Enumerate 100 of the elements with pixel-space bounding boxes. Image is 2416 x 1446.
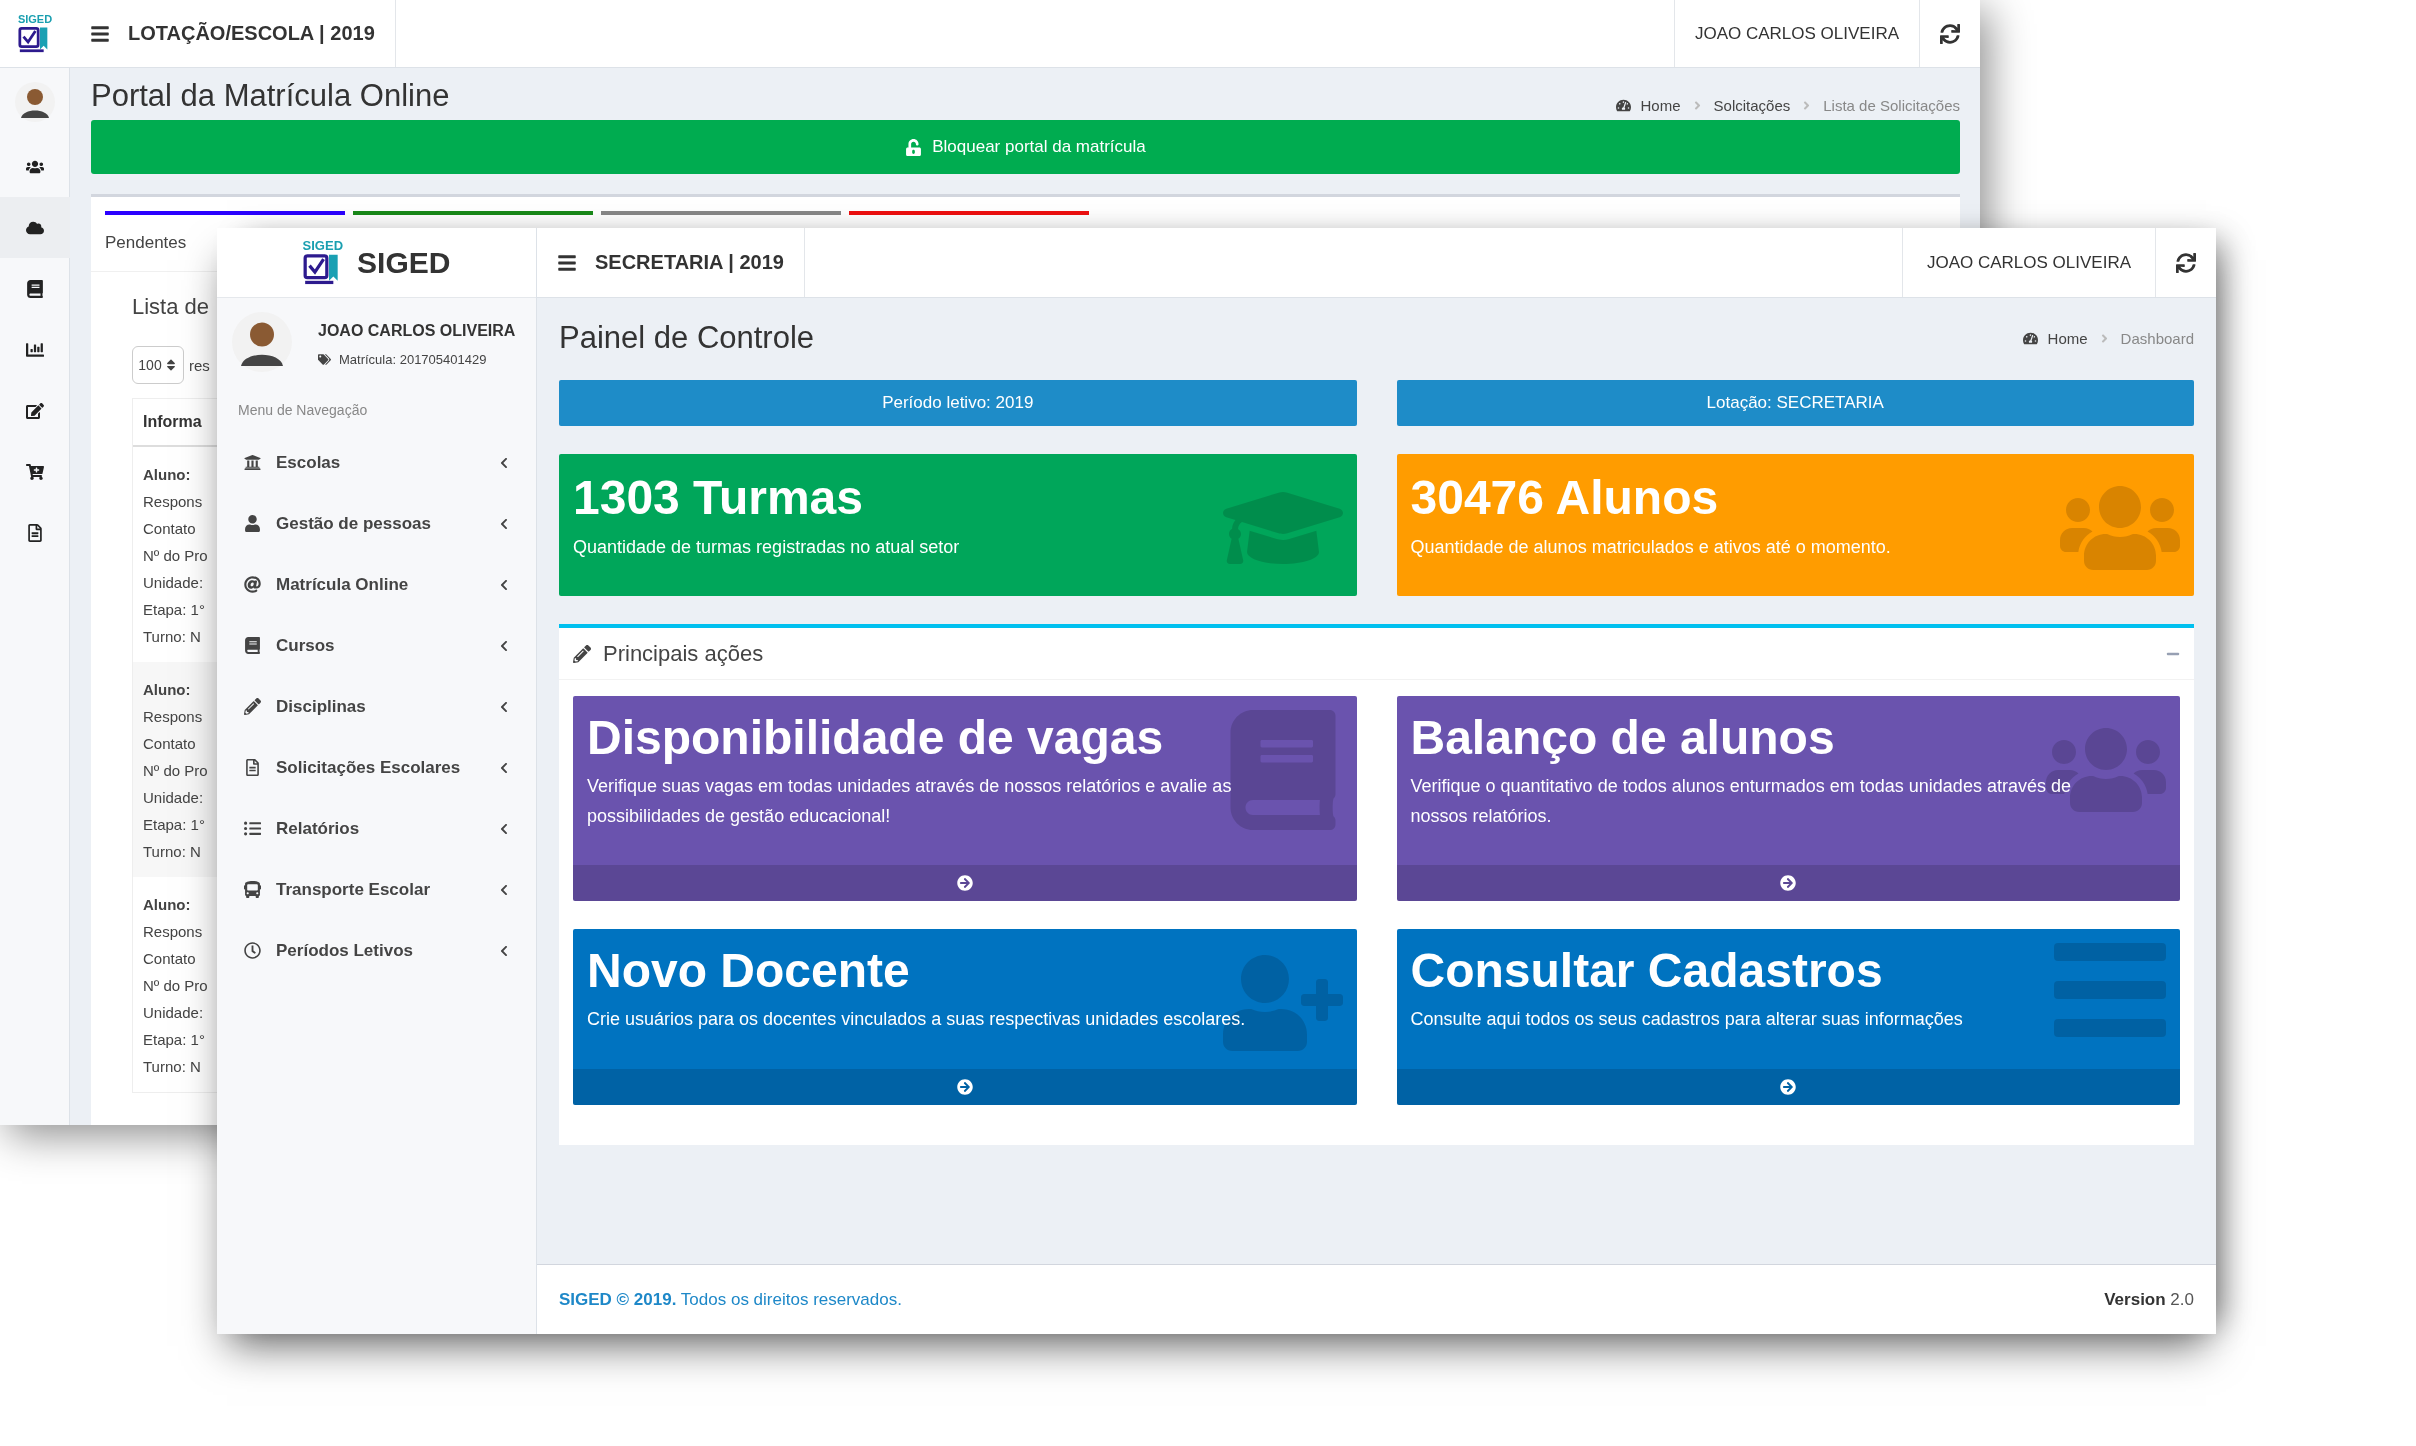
sidebar-item[interactable]: Disciplinas bbox=[217, 676, 536, 737]
chevron-icon bbox=[498, 639, 510, 652]
user-icon bbox=[243, 515, 261, 532]
action-title: Disponibilidade de vagas bbox=[587, 710, 1164, 765]
pencil-icon bbox=[573, 644, 591, 663]
action-card[interactable]: Balanço de alunos Verifique o quantitativo de todos alunos enturmados em todas unidades através de nossos relatórios. bbox=[1396, 696, 2180, 901]
sidebar-item[interactable]: Transporte Escolar bbox=[217, 859, 536, 920]
sidebar-item[interactable]: Solicitações Escolares bbox=[217, 737, 536, 798]
cloud-icon[interactable] bbox=[0, 197, 70, 258]
chevron-icon bbox=[498, 944, 510, 957]
stat-title: 30476 Alunos bbox=[1410, 470, 1719, 525]
action-card[interactable]: Disponibilidade de vagas Verifique suas vagas em todas unidades através de nossos relatórios e avalie as possibilidades de gestão educacional! bbox=[573, 696, 1357, 901]
school-icon bbox=[243, 454, 261, 471]
chevron-icon bbox=[498, 517, 510, 530]
sidebar-item[interactable]: Períodos Letivos bbox=[217, 920, 536, 981]
book-icon bbox=[243, 637, 261, 654]
tags-icon bbox=[318, 353, 331, 366]
breadcrumb-link[interactable]: Solcitações bbox=[1713, 97, 1791, 114]
sidebar-item[interactable]: Matrícula Online bbox=[217, 554, 536, 615]
arrow-right-icon bbox=[1780, 1079, 1797, 1095]
refresh-icon[interactable] bbox=[1940, 23, 1960, 44]
avatar-icon bbox=[232, 312, 292, 372]
page-title: Portal da Matrícula Online bbox=[91, 78, 450, 114]
stat-description: Quantidade de alunos matriculados e ativos até o momento. bbox=[1410, 537, 1892, 558]
user-name[interactable]: JOAO CARLOS OLIVEIRA bbox=[1694, 23, 1899, 44]
panel-title: Principais ações bbox=[603, 640, 765, 667]
record-field: Contato bbox=[143, 515, 196, 542]
brand-name: SIGED bbox=[357, 245, 451, 280]
action-card[interactable]: Consultar Cadastros Consulte aqui todos os seus cadastros para alterar suas informações bbox=[1396, 929, 2180, 1105]
bus-icon bbox=[243, 881, 261, 898]
record-field: Unidade: bbox=[143, 784, 204, 811]
unlock-icon bbox=[905, 138, 923, 156]
avatar-icon bbox=[14, 82, 55, 122]
action-description: Verifique o quantitativo de todos alunos enturmados em todas unidades através de nossos relatórios. bbox=[1410, 775, 2072, 828]
record-field: Respons bbox=[143, 918, 203, 945]
breadcrumb-link[interactable]: Home bbox=[2047, 329, 2088, 347]
list-title: Lista de bbox=[132, 294, 210, 320]
page-size-label: res bbox=[189, 356, 210, 374]
sidebar-item[interactable]: Relatórios bbox=[217, 798, 536, 859]
page-size-select[interactable]: 100 bbox=[132, 346, 184, 384]
record-field: Turno: N bbox=[143, 623, 201, 650]
record-field: Unidade: bbox=[143, 999, 204, 1026]
tab[interactable]: Pendentes bbox=[105, 233, 187, 253]
stat-description: Quantidade de turmas registradas no atual setor bbox=[573, 537, 961, 558]
version-text: Version 2.0 bbox=[2104, 1289, 2194, 1310]
record-field: Nº do Pro bbox=[143, 972, 208, 999]
menu-icon[interactable] bbox=[90, 23, 110, 44]
record-field: Turno: N bbox=[143, 1053, 201, 1080]
refresh-icon[interactable] bbox=[2176, 252, 2196, 273]
sidebar-item[interactable]: Cursos bbox=[217, 615, 536, 676]
sidebar-item[interactable]: Escolas bbox=[217, 432, 536, 493]
record-field: Etapa: 1° bbox=[143, 596, 205, 623]
dashboard-icon bbox=[1615, 98, 1631, 113]
window-title: LOTAÇÃO/ESCOLA | 2019 bbox=[128, 22, 375, 45]
arrow-right-icon bbox=[956, 875, 973, 891]
at-icon bbox=[243, 576, 261, 593]
chevron-icon bbox=[498, 456, 510, 469]
stat-title: 1303 Turmas bbox=[573, 470, 863, 525]
logo-text: SIGED bbox=[302, 239, 344, 253]
record-field: Aluno: bbox=[143, 891, 191, 918]
pencil-icon bbox=[243, 698, 261, 715]
action-description: Crie usuários para os docentes vinculados a suas respectivas unidades escolares. bbox=[587, 1008, 1247, 1031]
arrow-right-icon bbox=[1780, 875, 1797, 891]
info-bar: Lotação: SECRETARIA bbox=[1396, 380, 2194, 426]
record-field: Turno: N bbox=[143, 838, 201, 865]
logo-text: SIGED bbox=[17, 13, 53, 25]
user-name[interactable]: JOAO CARLOS OLIVEIRA bbox=[1926, 252, 2131, 273]
profile-name: JOAO CARLOS OLIVEIRA bbox=[318, 322, 516, 340]
action-title: Novo Docente bbox=[587, 943, 910, 998]
menu-icon[interactable] bbox=[557, 252, 577, 273]
window-title: SECRETARIA | 2019 bbox=[595, 251, 784, 274]
record-field: Contato bbox=[143, 730, 196, 757]
info-bar: Período letivo: 2019 bbox=[559, 380, 1357, 426]
action-description: Verifique suas vagas em todas unidades através de nossos relatórios e avalie as possibilidades de gestão educacional! bbox=[587, 775, 1233, 828]
record-field: Contato bbox=[143, 945, 196, 972]
action-title: Consultar Cadastros bbox=[1410, 943, 1883, 998]
chevron-icon bbox=[498, 578, 510, 591]
record-field: Respons bbox=[143, 703, 203, 730]
action-title: Balanço de alunos bbox=[1410, 710, 1835, 765]
record-field: Aluno: bbox=[143, 461, 191, 488]
record-field: Nº do Pro bbox=[143, 542, 208, 569]
action-card[interactable]: Novo Docente Crie usuários para os docentes vinculados a suas respectivas unidades escolares. bbox=[573, 929, 1357, 1105]
record-field: Nº do Pro bbox=[143, 757, 208, 784]
menu-heading: Menu de Navegação bbox=[237, 401, 369, 420]
clock-icon bbox=[243, 942, 261, 959]
chevron-icon bbox=[498, 761, 510, 774]
table-header: Informa bbox=[143, 413, 202, 430]
breadcrumb-link[interactable]: Home bbox=[1640, 97, 1681, 114]
copyright-text: SIGED © 2019. Todos os direitos reservados. bbox=[559, 1289, 902, 1310]
action-description: Consulte aqui todos os seus cadastros para alterar suas informações bbox=[1410, 1008, 1964, 1031]
list-icon bbox=[243, 820, 261, 837]
record-field: Etapa: 1° bbox=[143, 1026, 205, 1053]
dashboard-icon bbox=[2022, 330, 2038, 346]
arrow-right-icon bbox=[956, 1079, 973, 1095]
sidebar-item[interactable]: Gestão de pessoas bbox=[217, 493, 536, 554]
chevron-icon bbox=[498, 822, 510, 835]
file-icon bbox=[243, 759, 261, 776]
record-field: Unidade: bbox=[143, 569, 204, 596]
record-field: Etapa: 1° bbox=[143, 811, 205, 838]
registration-number: Matrícula: 201705401429 bbox=[339, 352, 487, 367]
